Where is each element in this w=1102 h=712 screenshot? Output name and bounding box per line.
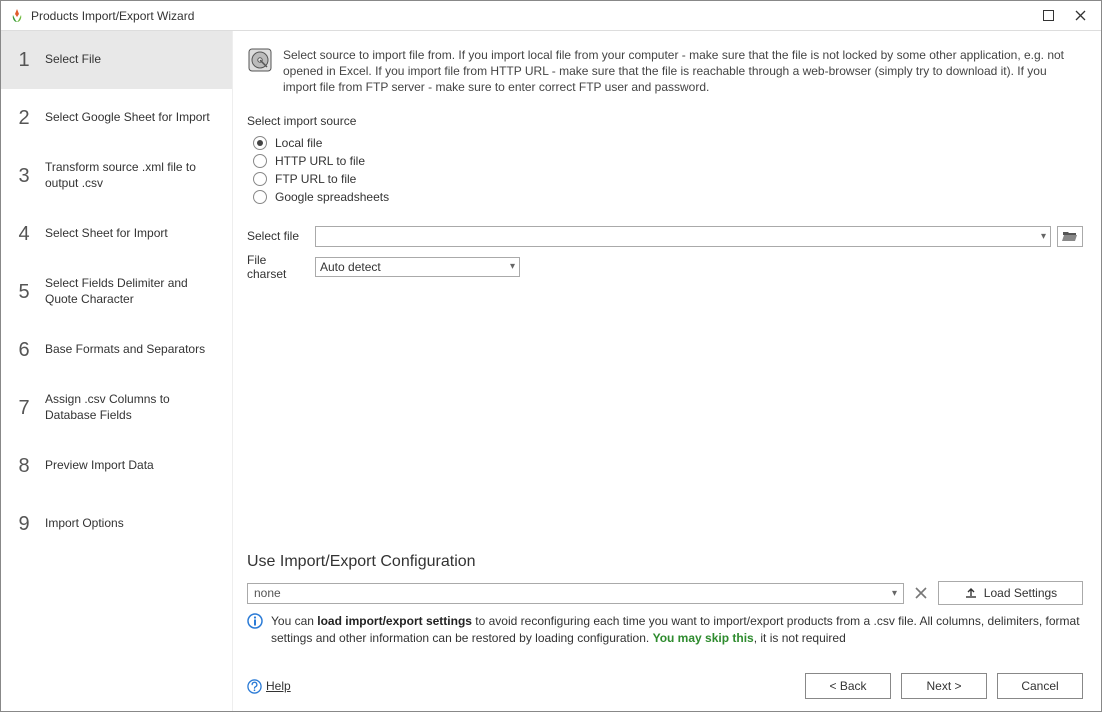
step-label: Preview Import Data	[45, 458, 154, 474]
step-number: 8	[13, 455, 35, 478]
info-icon	[247, 613, 263, 629]
folder-open-icon	[1062, 229, 1078, 243]
step-delimiter[interactable]: 5 Select Fields Delimiter and Quote Char…	[1, 263, 232, 321]
config-note: You can load import/export settings to a…	[247, 613, 1083, 647]
radio-icon	[253, 136, 267, 150]
step-label: Import Options	[45, 516, 124, 532]
config-section-title: Use Import/Export Configuration	[247, 553, 1083, 571]
close-button[interactable]	[1073, 9, 1087, 23]
app-icon	[9, 8, 25, 24]
config-combo-value: none	[254, 586, 281, 600]
close-icon	[1075, 10, 1086, 21]
close-icon	[915, 587, 927, 599]
charset-label: File charset	[247, 253, 309, 281]
source-radio-group: Local file HTTP URL to file FTP URL to f…	[253, 134, 1083, 206]
radio-icon	[253, 154, 267, 168]
charset-select[interactable]: Auto detect ▾	[315, 257, 520, 277]
charset-value: Auto detect	[320, 260, 381, 274]
step-select-sheet[interactable]: 4 Select Sheet for Import	[1, 205, 232, 263]
wizard-content: Select source to import file from. If yo…	[233, 31, 1101, 711]
dropdown-icon: ▾	[892, 588, 897, 599]
wizard-sidebar: 1 Select File 2 Select Google Sheet for …	[1, 31, 233, 711]
radio-icon	[253, 190, 267, 204]
help-label: Help	[266, 679, 291, 693]
step-label: Assign .csv Columns to Database Fields	[45, 392, 220, 423]
charset-row: File charset Auto detect ▾	[247, 253, 1083, 281]
dropdown-icon: ▾	[510, 261, 515, 272]
cancel-button[interactable]: Cancel	[997, 673, 1083, 699]
radio-ftp-url[interactable]: FTP URL to file	[253, 170, 1083, 188]
step-transform-xml[interactable]: 3 Transform source .xml file to output .…	[1, 147, 232, 205]
file-label: Select file	[247, 229, 309, 243]
radio-icon	[253, 172, 267, 186]
file-row: Select file ▾	[247, 226, 1083, 247]
step-number: 1	[13, 49, 35, 72]
step-number: 7	[13, 397, 35, 420]
help-link[interactable]: Help	[247, 679, 291, 694]
titlebar: Products Import/Export Wizard	[1, 1, 1101, 31]
radio-http-url[interactable]: HTTP URL to file	[253, 152, 1083, 170]
step-assign-columns[interactable]: 7 Assign .csv Columns to Database Fields	[1, 379, 232, 437]
step-import-options[interactable]: 9 Import Options	[1, 495, 232, 553]
step-number: 5	[13, 281, 35, 304]
info-text: Select source to import file from. If yo…	[283, 47, 1083, 96]
harddrive-icon	[247, 47, 273, 73]
config-combo[interactable]: none ▾	[247, 583, 904, 604]
step-formats[interactable]: 6 Base Formats and Separators	[1, 321, 232, 379]
step-number: 3	[13, 165, 35, 188]
help-icon	[247, 679, 262, 694]
file-input[interactable]: ▾	[315, 226, 1051, 247]
step-label: Select Google Sheet for Import	[45, 110, 210, 126]
back-button[interactable]: < Back	[805, 673, 891, 699]
load-settings-button[interactable]: Load Settings	[938, 581, 1083, 605]
clear-config-button[interactable]	[910, 583, 932, 604]
radio-label: HTTP URL to file	[275, 154, 365, 168]
maximize-button[interactable]	[1041, 9, 1055, 23]
maximize-icon	[1043, 10, 1054, 21]
step-label: Select Fields Delimiter and Quote Charac…	[45, 276, 220, 307]
step-number: 9	[13, 513, 35, 536]
bottom-bar: Help < Back Next > Cancel	[247, 667, 1083, 699]
browse-button[interactable]	[1057, 226, 1083, 247]
step-google-sheet[interactable]: 2 Select Google Sheet for Import	[1, 89, 232, 147]
step-number: 2	[13, 107, 35, 130]
main-area: 1 Select File 2 Select Google Sheet for …	[1, 31, 1101, 711]
dropdown-icon: ▾	[1041, 231, 1046, 242]
step-preview[interactable]: 8 Preview Import Data	[1, 437, 232, 495]
config-row: none ▾ Load Settings	[247, 581, 1083, 605]
step-number: 4	[13, 223, 35, 246]
step-label: Select Sheet for Import	[45, 226, 168, 242]
source-label: Select import source	[247, 114, 1083, 128]
step-label: Select File	[45, 52, 101, 68]
load-settings-label: Load Settings	[984, 586, 1057, 600]
info-box: Select source to import file from. If yo…	[247, 47, 1083, 96]
next-button[interactable]: Next >	[901, 673, 987, 699]
radio-label: Google spreadsheets	[275, 190, 389, 204]
window-title: Products Import/Export Wizard	[31, 9, 1041, 23]
config-note-text: You can load import/export settings to a…	[271, 613, 1083, 647]
step-label: Base Formats and Separators	[45, 342, 205, 358]
upload-icon	[964, 586, 978, 600]
step-number: 6	[13, 339, 35, 362]
radio-google-sheets[interactable]: Google spreadsheets	[253, 188, 1083, 206]
step-select-file[interactable]: 1 Select File	[1, 31, 232, 89]
radio-label: Local file	[275, 136, 322, 150]
step-label: Transform source .xml file to output .cs…	[45, 160, 220, 191]
radio-local-file[interactable]: Local file	[253, 134, 1083, 152]
radio-label: FTP URL to file	[275, 172, 356, 186]
